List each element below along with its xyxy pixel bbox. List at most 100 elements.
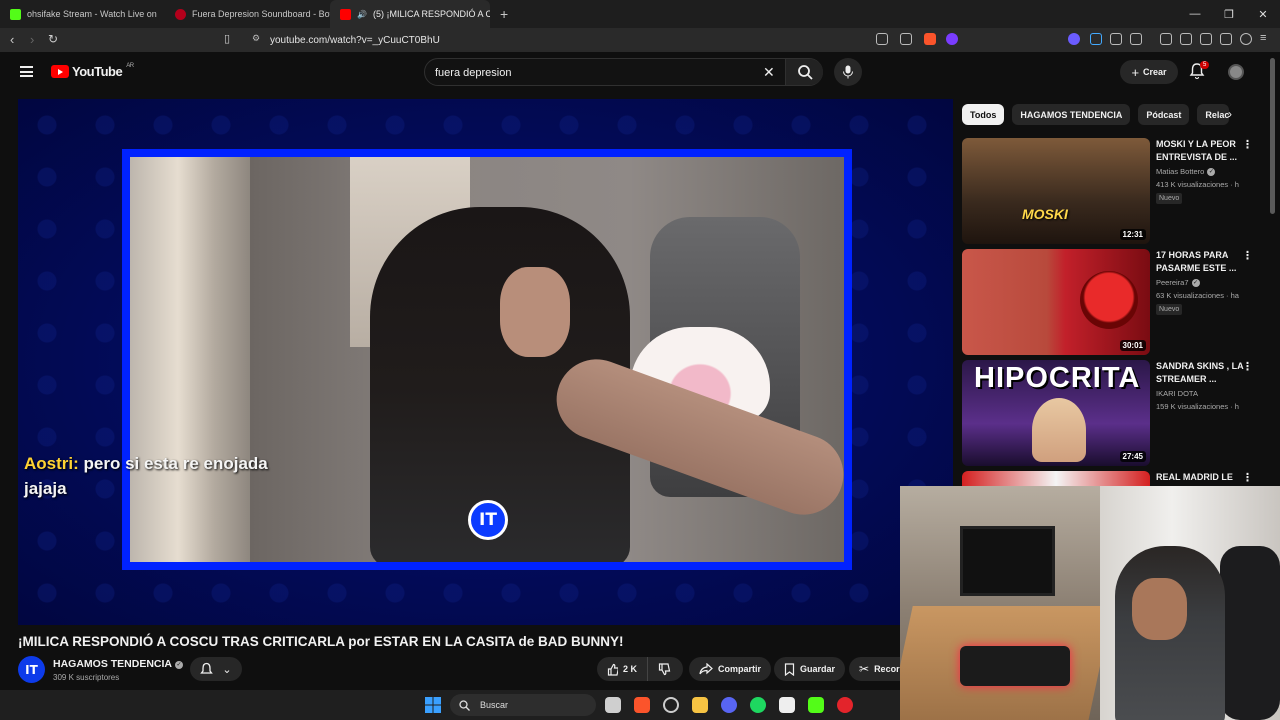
youtube-logo[interactable]: YouTube AR: [51, 63, 134, 79]
dislike-button[interactable]: [647, 657, 683, 681]
chip-all[interactable]: Todos: [962, 104, 1005, 125]
extension-icon[interactable]: [1068, 33, 1080, 45]
share-label: Compartir: [718, 664, 762, 674]
maximize-icon[interactable]: ❐: [1212, 8, 1246, 21]
chevron-right-icon[interactable]: ›: [1228, 107, 1232, 121]
thumbnail-text: MOSKI: [1022, 206, 1068, 222]
search-button[interactable]: [785, 59, 823, 85]
chat-overlay: Aostri: pero si esta re enojada jajaja: [24, 451, 314, 501]
tab-title: ohsifake Stream - Watch Live on: [27, 9, 157, 19]
taskbar-search[interactable]: Buscar: [450, 694, 596, 716]
thumbnail-text: HIPOCRITA: [974, 362, 1141, 394]
address-bar: ‹ › ↻ ▯ ⚙ youtube.com/watch?v=_yCuuCT0Bh…: [0, 28, 1280, 52]
channel-name[interactable]: HAGAMOS TENDENCIA ✓: [53, 658, 184, 670]
spotify-icon[interactable]: [750, 697, 766, 713]
clear-search-icon[interactable]: ✕: [763, 64, 775, 81]
tab-title: Fuera Depresion Soundboard - Boto: [192, 9, 330, 19]
brave-browser-icon[interactable]: [634, 697, 650, 713]
forward-icon[interactable]: ›: [30, 32, 34, 47]
kick-icon[interactable]: [808, 697, 824, 713]
view-count: 63 K visualizaciones · ha: [1156, 291, 1239, 300]
video-thumbnail[interactable]: HIPOCRITA 27:45: [962, 360, 1150, 466]
video-thumbnail[interactable]: MOSKI 12:31: [962, 138, 1150, 244]
logo-text: YouTube: [72, 64, 123, 79]
file-explorer-icon[interactable]: [692, 697, 708, 713]
share-icon: [699, 663, 713, 675]
site-info-icon[interactable]: ⚙: [252, 33, 260, 44]
music-icon[interactable]: [1160, 33, 1172, 45]
create-button[interactable]: + Crear: [1120, 60, 1178, 84]
curtain: [130, 157, 250, 562]
bookmark-icon[interactable]: ▯: [224, 32, 230, 45]
clip-button[interactable]: ✂ Recor: [849, 657, 900, 681]
new-tab-button[interactable]: +: [490, 0, 514, 28]
tab-title: (5) ¡MILICA RESPONDIÓ A CO: [372, 9, 490, 19]
soundboard-icon: [175, 8, 186, 20]
share-button[interactable]: Compartir: [689, 657, 772, 681]
reload-icon[interactable]: ↻: [48, 32, 58, 46]
chip-podcast[interactable]: Pódcast: [1138, 104, 1190, 125]
wallet-icon[interactable]: [1200, 33, 1212, 45]
channel-name-text: Peereira7: [1156, 278, 1189, 287]
minimize-icon[interactable]: —: [1178, 8, 1212, 20]
back-icon[interactable]: ‹: [10, 32, 14, 47]
video-title: REAL MADRID LE: [1156, 472, 1233, 482]
vpn-icon[interactable]: [1240, 33, 1252, 45]
more-options-icon[interactable]: ⋮: [1242, 360, 1253, 373]
windows-taskbar: Buscar: [0, 690, 900, 720]
thumbs-down-icon: [658, 662, 671, 675]
more-options-icon[interactable]: ⋮: [1242, 471, 1253, 484]
puzzle-icon[interactable]: [1110, 33, 1122, 45]
chip-related[interactable]: Relac: [1197, 104, 1230, 125]
browser-tab-strip: ohsifake Stream - Watch Live on Fuera De…: [0, 0, 1280, 28]
obs-icon[interactable]: [779, 697, 795, 713]
video-title: 17 HORAS PARA PASARME ESTE ...: [1156, 250, 1237, 273]
channel-name-text: Matias Bottero: [1156, 167, 1205, 176]
notification-count-badge: 5: [1200, 61, 1210, 69]
save-label: Guardar: [800, 664, 836, 674]
video-player[interactable]: IT Aostri: pero si esta re enojada jajaj…: [18, 99, 953, 625]
recommended-video[interactable]: 30:01 17 HORAS PARA PASARME ESTE ... Pee…: [962, 249, 1262, 355]
more-options-icon[interactable]: ⋮: [1242, 138, 1253, 151]
chip-channel[interactable]: HAGAMOS TENDENCIA: [1012, 104, 1131, 125]
more-options-icon[interactable]: ⋮: [1242, 249, 1253, 262]
save-button[interactable]: Guardar: [774, 657, 846, 681]
cast-icon[interactable]: [876, 33, 888, 45]
windows-start-icon[interactable]: [425, 697, 441, 713]
brave-rewards-icon[interactable]: [946, 33, 958, 45]
leo-icon[interactable]: [1220, 33, 1232, 45]
subscription-bell-button[interactable]: ⌄: [190, 657, 242, 681]
related-filter-chips: Todos HAGAMOS TENDENCIA Pódcast Relac: [962, 104, 1230, 125]
browser-tab-active[interactable]: 🔊 (5) ¡MILICA RESPONDIÓ A CO ✕: [330, 0, 490, 28]
voice-search-button[interactable]: [834, 58, 862, 86]
task-view-icon[interactable]: [605, 697, 621, 713]
hamburger-menu-icon[interactable]: [20, 66, 33, 77]
share-icon[interactable]: [900, 33, 912, 45]
channel-name: Peereira7 ✓: [1156, 278, 1200, 287]
new-badge: Nuevo: [1156, 304, 1183, 315]
youtube-header: YouTube AR ✕ + Crear 5: [0, 52, 1280, 92]
url-field[interactable]: ⚙ youtube.com/watch?v=_yCuuCT0BhU: [244, 30, 964, 50]
brave-shield-icon[interactable]: [924, 33, 936, 45]
menu-icon[interactable]: ≡: [1260, 32, 1266, 44]
channel-avatar[interactable]: IT: [18, 656, 45, 683]
search-icon: [798, 65, 813, 80]
like-button[interactable]: 2 K: [597, 657, 647, 681]
page-scrollbar[interactable]: [1270, 58, 1275, 214]
recommended-video[interactable]: MOSKI 12:31 MOSKI Y LA PEOR ENTREVISTA D…: [962, 138, 1262, 244]
recommended-video[interactable]: HIPOCRITA 27:45 SANDRA SKINS , LA STREAM…: [962, 360, 1262, 466]
recording-app-icon[interactable]: [837, 697, 853, 713]
browser-tab[interactable]: Fuera Depresion Soundboard - Boto: [165, 0, 330, 28]
extension-icon[interactable]: [1090, 33, 1102, 45]
video-thumbnail[interactable]: 30:01: [962, 249, 1150, 355]
channel-name: Matias Bottero ✓: [1156, 167, 1216, 176]
sidebar-icon[interactable]: [1180, 33, 1192, 45]
extension-icon[interactable]: [1130, 33, 1142, 45]
settings-icon[interactable]: [663, 697, 679, 713]
close-window-icon[interactable]: ✕: [1246, 8, 1280, 21]
gaming-chair: [1220, 546, 1280, 720]
browser-tab[interactable]: ohsifake Stream - Watch Live on: [0, 0, 165, 28]
account-avatar[interactable]: [1228, 64, 1244, 80]
search-input[interactable]: [435, 64, 755, 81]
discord-icon[interactable]: [721, 697, 737, 713]
